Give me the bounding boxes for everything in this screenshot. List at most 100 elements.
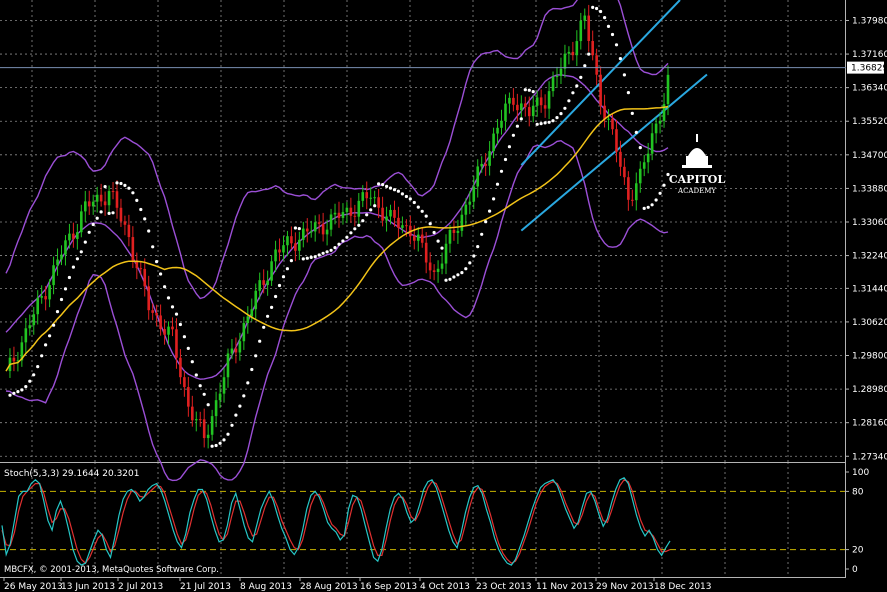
sar-dot [444,278,448,282]
sar-dot [345,235,349,239]
sar-dot [662,183,666,187]
candle-bull [583,15,587,21]
logo-spire [696,134,698,142]
time-tick-label: 23 Oct 2013 [476,582,532,592]
sar-dot [432,230,436,235]
candle-bear [72,233,75,239]
sar-dot [289,259,293,263]
sar-dot [147,229,151,233]
candle-bull [298,239,301,251]
candle-bull [254,290,258,310]
sar-dot [436,239,440,243]
candle-bull [333,212,337,215]
sar-dot [535,122,539,126]
sar-dot [178,322,182,327]
candle-bull [309,231,313,233]
sar-dot [349,231,353,235]
candle-bear [619,151,622,167]
time-tick-label: 13 Jun 2013 [61,582,115,592]
sar-dot [206,403,210,407]
logo-line1: CAPITOL [669,173,725,186]
candle-bear [420,234,424,243]
sar-dot [396,189,400,193]
time-tick-label: 18 Dec 2013 [654,582,712,592]
candle-bear [183,377,186,388]
candle-bull [52,265,55,286]
candle-bear [353,215,357,217]
sar-dot [587,52,591,56]
sar-dot [123,183,127,187]
candle-bull [80,211,83,233]
sar-dot [301,257,305,261]
candle-bear [317,222,321,224]
candle-bull [634,183,638,201]
sar-dot [488,209,492,213]
candle-bull [488,151,491,166]
sar-dot [254,354,258,358]
sar-dot [12,391,16,395]
sar-dot [440,246,444,250]
candle-bear [611,118,614,130]
sar-dot [583,64,587,68]
sar-dot [75,257,79,261]
sar-dot [182,335,186,339]
candle-bear [571,51,575,56]
candle-bull [472,186,476,202]
candle-bull [40,296,43,298]
sar-dot [131,191,135,195]
candle-bear [290,236,293,244]
candle-bear [123,221,127,225]
sar-dot [333,246,337,250]
time-tick-label: 28 Aug 2013 [300,582,358,592]
candle-bear [127,224,131,238]
sar-dot [448,277,452,281]
sar-dot [36,365,40,369]
candle-bear [139,268,143,270]
price-tick-label: 1.29800 [852,352,887,362]
sar-dot [618,57,623,61]
sar-dot [28,379,32,383]
candle-bull [492,133,495,152]
sar-dot [499,169,504,173]
candle-bear [163,329,166,335]
sar-dot [468,261,472,265]
sar-dot [511,133,515,137]
candle-bull [575,41,579,56]
candle-bull [218,393,222,401]
sar-dot [650,203,654,207]
sar-dot [579,75,583,79]
sar-dot [321,251,325,255]
sar-dot [16,390,20,394]
candle-bull [476,166,480,187]
price-tick-label: 1.32240 [852,252,887,262]
candle-bear [412,236,416,241]
candle-bear [179,357,182,378]
candle-bull [28,325,32,329]
sar-dot [262,325,266,329]
candle-bear [175,329,178,358]
sar-dot [551,119,555,123]
sar-dot [155,260,159,264]
sar-dot [8,393,12,397]
candle-bull [258,280,262,291]
sar-dot [95,216,99,220]
sar-dot [626,91,631,95]
candle-bull [107,191,111,206]
sar-dot [190,360,194,364]
sar-dot [519,117,523,121]
sar-dot [614,43,619,47]
candle-bear [103,201,107,206]
sar-dot [277,283,282,288]
candle-bear [527,107,531,117]
candle-bear [349,207,353,216]
sar-dot [416,205,420,209]
sar-dot [658,191,662,195]
candle-bear [119,207,123,222]
candle-bear [523,103,527,108]
candle-bull [520,103,523,111]
sar-dot [404,194,408,199]
logo-base [682,165,712,168]
candle-bull [68,233,71,241]
sar-dot [210,444,214,448]
candle-bull [242,323,246,342]
